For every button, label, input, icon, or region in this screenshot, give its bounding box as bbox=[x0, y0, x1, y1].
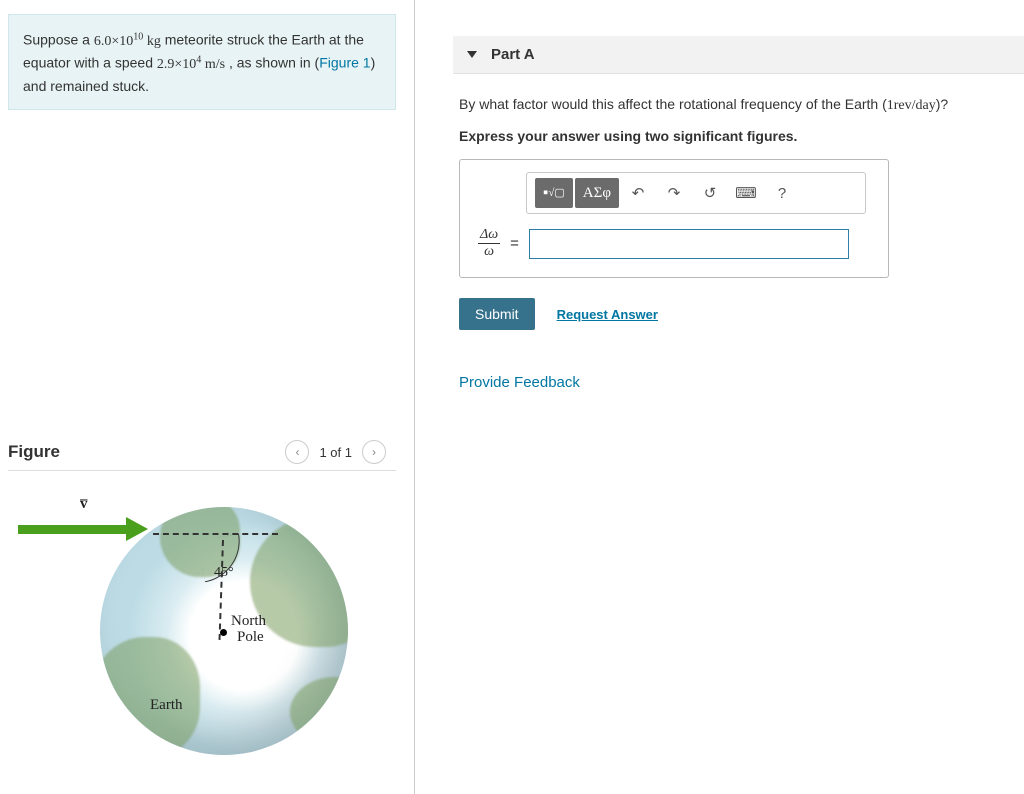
figure-nav: ‹ 1 of 1 › bbox=[285, 440, 386, 464]
figure-next-button[interactable]: › bbox=[362, 440, 386, 464]
help-button[interactable]: ? bbox=[765, 179, 799, 207]
provide-feedback-link[interactable]: Provide Feedback bbox=[459, 374, 1013, 391]
reset-icon: ↺ bbox=[704, 184, 717, 202]
part-title: Part A bbox=[491, 46, 535, 63]
undo-button[interactable]: ↶ bbox=[621, 179, 655, 207]
answer-input-row: Δω ω = bbox=[478, 228, 874, 259]
north-pole-label: NorthPole bbox=[231, 614, 266, 646]
equals-sign: = bbox=[510, 235, 519, 252]
velocity-label: v̅ bbox=[80, 496, 88, 513]
keyboard-button[interactable]: ⌨ bbox=[729, 179, 763, 207]
mass-value: 6.0×1010 kg bbox=[94, 34, 161, 49]
angle-label: 45° bbox=[214, 565, 234, 581]
figure-prev-button[interactable]: ‹ bbox=[285, 440, 309, 464]
answer-input[interactable] bbox=[529, 229, 849, 259]
figure-header: Figure ‹ 1 of 1 › bbox=[8, 440, 396, 471]
request-answer-link[interactable]: Request Answer bbox=[557, 307, 658, 322]
reset-button[interactable]: ↺ bbox=[693, 179, 727, 207]
chevron-left-icon: ‹ bbox=[295, 445, 299, 459]
trajectory-line-icon bbox=[153, 533, 278, 535]
answer-instruction: Express your answer using two significan… bbox=[459, 126, 1013, 147]
figure-link[interactable]: Figure 1 bbox=[319, 55, 370, 71]
help-icon: ? bbox=[778, 185, 786, 202]
left-column: Suppose a 6.0×1010 kg meteorite struck t… bbox=[0, 0, 415, 794]
problem-text: , as shown in ( bbox=[225, 55, 319, 71]
problem-statement: Suppose a 6.0×1010 kg meteorite struck t… bbox=[8, 14, 396, 110]
undo-icon: ↶ bbox=[632, 184, 645, 202]
caret-down-icon bbox=[467, 51, 477, 58]
answer-box: ▪√▢ ΑΣφ ↶ ↷ ↺ ⌨ ? Δω ω = bbox=[459, 159, 889, 278]
figure-counter: 1 of 1 bbox=[319, 445, 352, 460]
greek-button[interactable]: ΑΣφ bbox=[575, 178, 619, 208]
template-icon: ▪√▢ bbox=[543, 185, 565, 202]
submit-row: Submit Request Answer bbox=[459, 298, 1013, 330]
figure-image: v̅ 45° NorthPole Earth bbox=[8, 479, 388, 779]
keyboard-icon: ⌨ bbox=[735, 184, 757, 202]
velocity-arrow-icon bbox=[18, 521, 146, 537]
answer-variable: Δω ω bbox=[478, 228, 500, 259]
earth-label: Earth bbox=[150, 697, 182, 714]
speed-value: 2.9×104 m/s bbox=[157, 57, 225, 72]
figure-title: Figure bbox=[8, 442, 60, 462]
right-column: Part A By what factor would this affect … bbox=[415, 0, 1024, 794]
submit-button[interactable]: Submit bbox=[459, 298, 535, 330]
problem-text: Suppose a bbox=[23, 32, 94, 48]
template-button[interactable]: ▪√▢ bbox=[535, 178, 573, 208]
rev-expression: 1rev/day bbox=[887, 98, 936, 113]
redo-icon: ↷ bbox=[668, 184, 681, 202]
chevron-right-icon: › bbox=[372, 445, 376, 459]
question-text: By what factor would this affect the rot… bbox=[459, 94, 1013, 116]
equation-toolbar: ▪√▢ ΑΣφ ↶ ↷ ↺ ⌨ ? bbox=[526, 172, 866, 214]
part-header[interactable]: Part A bbox=[453, 36, 1024, 74]
part-body: By what factor would this affect the rot… bbox=[453, 74, 1013, 391]
redo-button[interactable]: ↷ bbox=[657, 179, 691, 207]
